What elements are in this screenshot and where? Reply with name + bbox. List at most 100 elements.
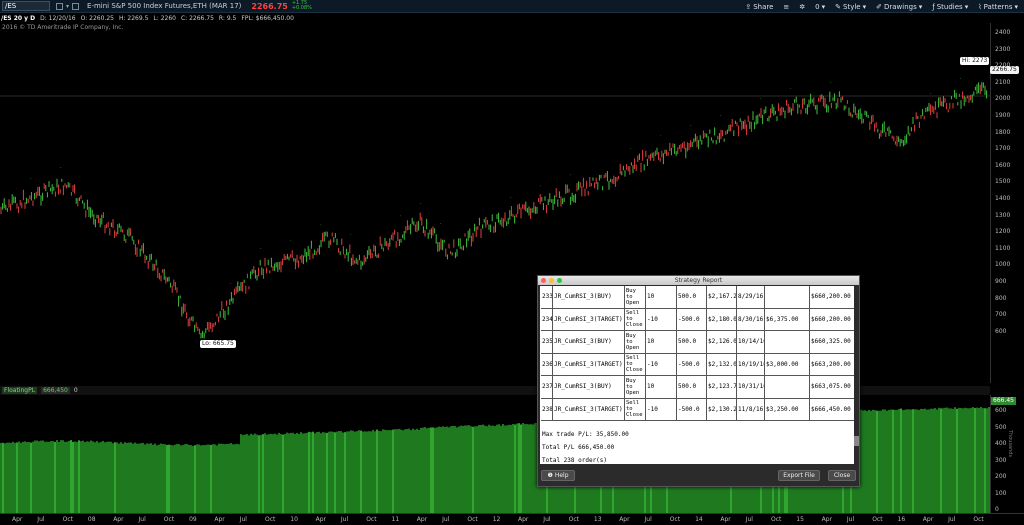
report-cell-date: 8/29/16 [737, 286, 765, 308]
alert-count[interactable]: 0 ▾ [815, 3, 825, 11]
close-button[interactable]: Close [828, 470, 856, 481]
pl-bar [352, 430, 354, 513]
low-flag: Lo: 665.75 [200, 340, 236, 348]
pl-bar [302, 433, 304, 513]
pl-bar [438, 426, 440, 513]
pl-bar [356, 431, 358, 513]
pl-bar [412, 428, 414, 513]
report-cell-side: Buy to Open [625, 376, 646, 398]
time-tick-label: 14 [695, 516, 703, 523]
patterns-button[interactable]: ⌇ Patterns ▾ [978, 3, 1018, 11]
bar-close: C: 2266.75 [180, 14, 214, 22]
pl-bar [314, 433, 316, 513]
strategy-report-dialog: Strategy Report 233 JR_CumRSI_3(BUY) Buy t… [537, 275, 860, 487]
pl-bar [180, 445, 182, 513]
signal-marker: · [440, 221, 442, 227]
grid-icon[interactable] [72, 2, 80, 10]
pl-bar [20, 442, 22, 513]
total-pl: Total P/L 666,450.00 [542, 444, 615, 451]
report-cell-id: 233 [541, 286, 553, 308]
settings-button[interactable]: ≡ [783, 3, 789, 11]
report-row[interactable]: 237 JR_CumRSI_3(BUY) Buy to Open 10 500.0 $2,… [541, 376, 855, 399]
share-button[interactable]: ⇪ Share [745, 3, 773, 11]
pl-bar [38, 441, 40, 513]
pl-bar [896, 409, 898, 513]
report-cell-date: 10/19/16 [737, 353, 765, 375]
report-cell-strategy: JR_CumRSI_3(TARGET) [553, 353, 625, 375]
pl-bar [952, 408, 954, 513]
report-cell-strategy: JR_CumRSI_3(TARGET) [553, 308, 625, 330]
report-row[interactable]: 238 JR_CumRSI_3(TARGET) Sell to Close -10 -5… [541, 398, 855, 421]
report-table-area[interactable]: 233 JR_CumRSI_3(BUY) Buy to Open 10 500.0 $2,… [540, 286, 855, 464]
price-axis[interactable]: 2400230022002100200019001800170016001500… [990, 23, 1024, 383]
pl-bar [250, 433, 252, 513]
pl-bar [130, 442, 132, 513]
study-name[interactable]: FloatingPL [2, 387, 38, 394]
report-scrollbar[interactable] [854, 286, 859, 464]
pl-bar [124, 442, 126, 513]
time-tick-label: Jul [239, 516, 247, 523]
report-cell-qty: 10 [646, 286, 677, 308]
pl-bar [508, 424, 510, 513]
pl-bar [924, 408, 926, 513]
study-tick-label: 0 [995, 506, 999, 513]
bar-low: L: 2260 [153, 14, 176, 22]
floating-pl: FPL: $666,450.00 [241, 14, 294, 22]
pl-bar [898, 408, 900, 513]
pl-bar [976, 407, 978, 513]
help-button[interactable]: ❶ Help [541, 470, 575, 481]
pl-bar [286, 432, 288, 513]
pl-bar [6, 442, 8, 513]
pl-bar [922, 408, 924, 513]
pl-bar [864, 410, 866, 513]
scrollbar-thumb[interactable] [854, 436, 859, 446]
pl-bar [472, 426, 474, 513]
time-tick-label: 13 [593, 516, 602, 523]
gear-button[interactable]: ✲ [799, 3, 805, 11]
pl-bar [484, 425, 486, 513]
time-tick-label: 12 [492, 516, 501, 523]
pl-bar [888, 409, 890, 513]
time-axis[interactable]: Apr Jul Oct 08 Apr Jul Oct 09 Apr Jul Oct 10 Apr Jul O… [0, 513, 1024, 525]
time-tick-label: Oct [669, 516, 681, 523]
price-tick-label: 1100 [995, 244, 1011, 252]
pl-bar [92, 441, 94, 513]
chart-period[interactable]: /ES 20 y D [1, 15, 35, 22]
report-cell-price: $2,167.25 [707, 286, 737, 308]
pl-bar [338, 431, 340, 513]
link-icon[interactable] [56, 2, 63, 10]
dialog-titlebar[interactable]: Strategy Report [538, 276, 859, 285]
report-cell-total: $666,450.00 [810, 398, 855, 420]
report-row[interactable]: 236 JR_CumRSI_3(TARGET) Sell to Close -10 -5… [541, 353, 855, 376]
studies-button[interactable]: ƒ Studies ▾ [932, 3, 968, 11]
report-row[interactable]: 234 JR_CumRSI_3(TARGET) Sell to Close -10 -5… [541, 308, 855, 331]
pl-bar [496, 424, 498, 513]
pl-bar [198, 444, 200, 513]
pl-bar [196, 444, 198, 513]
pl-bar [4, 443, 6, 513]
chevron-down-icon: ▾ [1014, 2, 1018, 11]
drawings-button[interactable]: ✐ Drawings ▾ [876, 3, 922, 11]
export-file-button[interactable]: Export File [778, 470, 820, 481]
pl-bar [926, 409, 928, 513]
symbol-input[interactable]: /ES [2, 1, 50, 11]
pl-bar [386, 430, 388, 513]
report-row[interactable]: 233 JR_CumRSI_3(BUY) Buy to Open 10 500.0 $2,… [541, 286, 855, 309]
pl-bar [468, 425, 470, 513]
report-cell-pl [765, 331, 810, 353]
pl-bar [376, 429, 378, 513]
pl-bar [382, 429, 384, 513]
time-tick-label: Apr [214, 516, 225, 523]
report-cell-pl [765, 376, 810, 398]
chevron-down-icon[interactable]: ▾ [66, 3, 69, 10]
pl-bar [498, 424, 500, 513]
report-row[interactable]: 235 JR_CumRSI_3(BUY) Buy to Open 10 500.0 $2,… [541, 331, 855, 354]
report-cell-date: 10/14/16 [737, 331, 765, 353]
style-button[interactable]: ✎ Style ▾ [835, 3, 866, 11]
pl-bar [80, 441, 82, 513]
pl-bar [266, 434, 268, 513]
pl-bar [90, 440, 92, 513]
signal-marker: · [30, 176, 32, 182]
pl-bar [942, 408, 944, 513]
pl-bar [938, 407, 940, 513]
